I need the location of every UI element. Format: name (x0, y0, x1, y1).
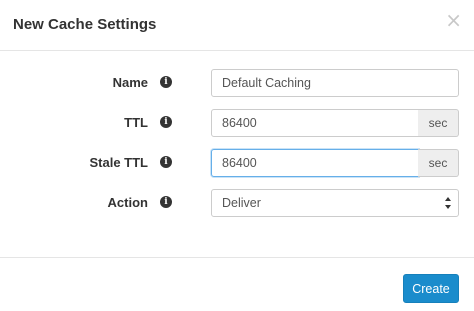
info-icon[interactable]: i (160, 156, 172, 168)
name-input[interactable] (211, 69, 459, 97)
modal-header: New Cache Settings × (0, 0, 474, 51)
action-row: Action i Deliver (0, 189, 474, 217)
info-icon[interactable]: i (160, 116, 172, 128)
stale-ttl-input[interactable] (211, 149, 419, 177)
action-label: Action (107, 195, 148, 210)
modal-footer: Create (0, 257, 474, 311)
info-icon[interactable]: i (160, 76, 172, 88)
close-icon[interactable]: × (445, 10, 462, 30)
create-button[interactable]: Create (403, 274, 459, 303)
name-row: Name i (0, 69, 474, 97)
stale-ttl-unit-addon: sec (418, 149, 459, 177)
modal-title: New Cache Settings (13, 16, 157, 33)
ttl-unit-addon: sec (418, 109, 459, 137)
ttl-label: TTL (124, 115, 148, 130)
info-icon[interactable]: i (160, 196, 172, 208)
name-label: Name (112, 75, 148, 90)
ttl-input[interactable] (211, 109, 419, 137)
action-select-value: Deliver (222, 196, 261, 210)
action-select[interactable]: Deliver (211, 189, 459, 217)
select-arrows-icon (445, 197, 451, 209)
ttl-row: TTL i sec (0, 109, 474, 137)
cache-settings-modal: New Cache Settings × Name i TTL i sec St… (0, 0, 474, 311)
stale-ttl-row: Stale TTL i sec (0, 149, 474, 177)
stale-ttl-label: Stale TTL (89, 155, 148, 170)
